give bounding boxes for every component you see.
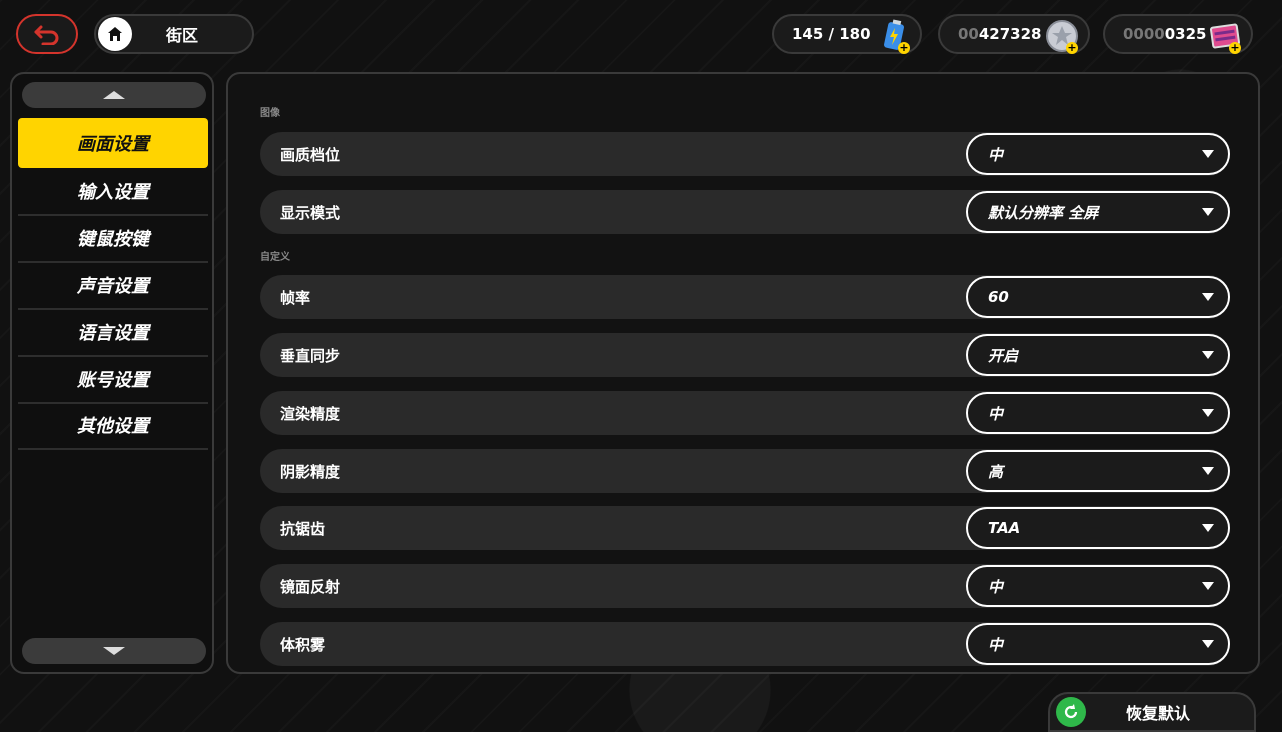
sidebar-item-input[interactable]: 输入设置 xyxy=(18,167,208,216)
setting-label: 垂直同步 xyxy=(280,346,341,365)
setting-row-volumetric-fog: 体积雾 中 xyxy=(260,622,1230,666)
caret-down-icon xyxy=(1202,467,1214,475)
settings-sidebar: 画面设置 输入设置 键鼠按键 声音设置 语言设置 账号设置 其他设置 xyxy=(10,72,214,674)
battery-currency[interactable]: 145 / 180 + xyxy=(772,14,922,54)
render-precision-dropdown[interactable]: 中 xyxy=(966,392,1230,434)
setting-row-display-mode: 显示模式 默认分辨率 全屏 xyxy=(260,190,1230,234)
caret-down-icon xyxy=(1202,640,1214,648)
scroll-down-button[interactable] xyxy=(22,638,206,664)
sidebar-item-label: 画面设置 xyxy=(77,134,149,155)
add-icon[interactable]: + xyxy=(1229,42,1241,54)
caret-down-icon xyxy=(1202,293,1214,301)
home-icon xyxy=(98,17,132,51)
setting-label: 抗锯齿 xyxy=(280,519,326,538)
divider xyxy=(18,448,208,450)
setting-row-frame-rate: 帧率 60 xyxy=(260,275,1230,319)
chevron-down-icon xyxy=(103,647,125,655)
vsync-dropdown[interactable]: 开启 xyxy=(966,334,1230,376)
caret-down-icon xyxy=(1202,524,1214,532)
dropdown-value: 开启 xyxy=(988,346,1019,365)
refresh-icon xyxy=(1056,697,1086,727)
sidebar-item-other[interactable]: 其他设置 xyxy=(18,401,208,450)
battery-value: 145 / 180 xyxy=(792,25,871,43)
setting-row-specular-reflection: 镜面反射 中 xyxy=(260,564,1230,608)
sidebar-item-audio[interactable]: 声音设置 xyxy=(18,261,208,310)
sidebar-item-graphics[interactable]: 画面设置 xyxy=(18,118,208,168)
sidebar-item-label: 其他设置 xyxy=(77,416,149,437)
coin-icon: + xyxy=(1044,18,1080,54)
section-label-custom: 自定义 xyxy=(260,252,290,263)
setting-row-render-precision: 渲染精度 中 xyxy=(260,391,1230,435)
dropdown-value: TAA xyxy=(988,519,1021,537)
section-label-image: 图像 xyxy=(260,108,280,119)
back-arrow-icon xyxy=(34,25,59,45)
sidebar-item-keybinds[interactable]: 键鼠按键 xyxy=(18,214,208,263)
setting-label: 体积雾 xyxy=(280,635,326,654)
battery-icon: + xyxy=(876,18,912,54)
setting-label: 帧率 xyxy=(280,288,311,307)
setting-label: 阴影精度 xyxy=(280,462,341,481)
dennies-value: 427328 xyxy=(978,25,1042,43)
sidebar-item-label: 输入设置 xyxy=(77,182,149,203)
add-icon[interactable]: + xyxy=(1066,42,1078,54)
caret-down-icon xyxy=(1202,208,1214,216)
setting-row-shadow-precision: 阴影精度 高 xyxy=(260,449,1230,493)
sidebar-item-language[interactable]: 语言设置 xyxy=(18,308,208,357)
caret-down-icon xyxy=(1202,150,1214,158)
back-button[interactable] xyxy=(16,14,78,54)
film-icon: + xyxy=(1207,18,1243,54)
dropdown-value: 60 xyxy=(988,288,1009,306)
settings-panel: 图像 画质档位 中 显示模式 默认分辨率 全屏 自定义 帧率 60 垂直同步 开… xyxy=(226,72,1260,674)
setting-row-anti-aliasing: 抗锯齿 TAA xyxy=(260,506,1230,550)
setting-label: 显示模式 xyxy=(280,203,341,222)
specular-reflection-dropdown[interactable]: 中 xyxy=(966,565,1230,607)
quality-preset-dropdown[interactable]: 中 xyxy=(966,133,1230,175)
film-value: 0325 xyxy=(1164,25,1207,43)
sidebar-item-label: 账号设置 xyxy=(77,370,149,391)
setting-label: 渲染精度 xyxy=(280,404,341,423)
dropdown-value: 默认分辨率 全屏 xyxy=(988,203,1099,222)
dropdown-value: 高 xyxy=(988,462,1004,481)
setting-label: 画质档位 xyxy=(280,145,341,164)
caret-down-icon xyxy=(1202,582,1214,590)
dropdown-value: 中 xyxy=(988,404,1004,423)
frame-rate-dropdown[interactable]: 60 xyxy=(966,276,1230,318)
sidebar-item-label: 键鼠按键 xyxy=(77,229,149,250)
add-icon[interactable]: + xyxy=(898,42,910,54)
anti-aliasing-dropdown[interactable]: TAA xyxy=(966,507,1230,549)
sidebar-item-label: 语言设置 xyxy=(77,323,149,344)
dropdown-value: 中 xyxy=(988,577,1004,596)
setting-label: 镜面反射 xyxy=(280,577,341,596)
caret-down-icon xyxy=(1202,351,1214,359)
chevron-up-icon xyxy=(103,91,125,99)
setting-row-quality-preset: 画质档位 中 xyxy=(260,132,1230,176)
restore-defaults-button[interactable]: 恢复默认 xyxy=(1048,692,1256,732)
caret-down-icon xyxy=(1202,409,1214,417)
volumetric-fog-dropdown[interactable]: 中 xyxy=(966,623,1230,665)
dennies-currency[interactable]: 00427328 + xyxy=(938,14,1090,54)
shadow-precision-dropdown[interactable]: 高 xyxy=(966,450,1230,492)
display-mode-dropdown[interactable]: 默认分辨率 全屏 xyxy=(966,191,1230,233)
film-currency[interactable]: 00000325 + xyxy=(1103,14,1253,54)
location-button[interactable]: 街区 xyxy=(94,14,254,54)
setting-row-vsync: 垂直同步 开启 xyxy=(260,333,1230,377)
sidebar-item-account[interactable]: 账号设置 xyxy=(18,355,208,404)
location-label: 街区 xyxy=(165,26,198,45)
sidebar-item-label: 声音设置 xyxy=(77,276,149,297)
dropdown-value: 中 xyxy=(988,145,1004,164)
scroll-up-button[interactable] xyxy=(22,82,206,108)
restore-defaults-label: 恢复默认 xyxy=(1125,704,1190,723)
dropdown-value: 中 xyxy=(988,635,1004,654)
